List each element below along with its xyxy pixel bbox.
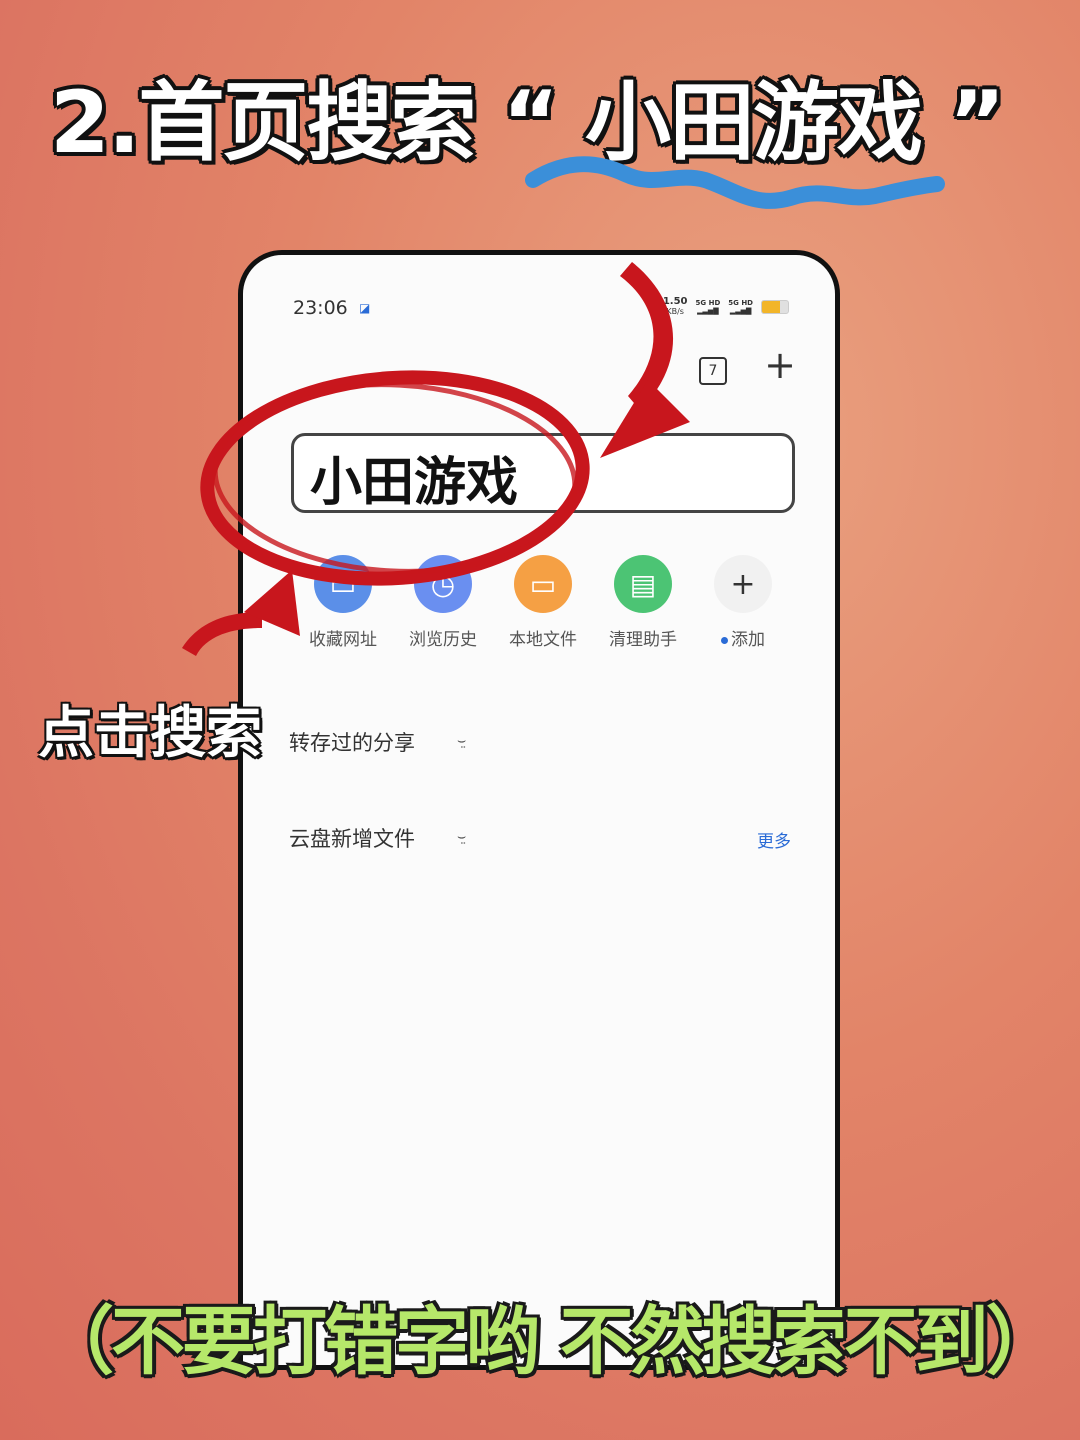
history-icon: ◷ (414, 555, 472, 613)
bookmark-icon: ▭ (314, 555, 372, 613)
quick-action-label: 本地文件 (509, 630, 577, 650)
tabs-count-button[interactable]: 7 (699, 357, 727, 385)
headline: 2.首页搜索 “ 小田游戏 ” (50, 52, 1030, 173)
tap-search-annotation: 点击搜索 (38, 701, 262, 766)
quick-action-history[interactable]: ◷ 浏览历史 (393, 555, 493, 650)
blue-squiggle-underline (525, 156, 945, 209)
quick-action-label: 清理助手 (609, 630, 677, 650)
quick-action-label: 浏览历史 (409, 630, 477, 650)
signal-icon-2: 5G HD ▂▃▅▇ (728, 299, 753, 315)
net-speed: 1.50 KB/s (662, 296, 688, 317)
signal-icon: 5G HD ▂▃▅▇ (695, 299, 721, 315)
status-time: 23:06 (293, 297, 348, 319)
eye-closed-icon[interactable]: ⌣̤ (457, 829, 466, 845)
clean-icon: ▤ (614, 555, 672, 613)
new-tab-button[interactable]: + (763, 346, 797, 384)
bottom-warning-note: （不要打错字哟 不然搜索不到） (40, 1299, 1060, 1385)
quick-action-label: 收藏网址 (309, 630, 377, 650)
section-title-saved-shares: 转存过的分享 (289, 731, 415, 755)
quick-action-cleaner[interactable]: ▤ 清理助手 (593, 555, 693, 650)
plus-icon: + (714, 555, 772, 613)
headline-close-quote: ” (948, 73, 1006, 173)
quick-action-local-files[interactable]: ▭ 本地文件 (493, 555, 593, 650)
eye-closed-icon[interactable]: ⌣̤ (457, 733, 466, 749)
battery-icon (761, 300, 789, 314)
folder-icon: ▭ (514, 555, 572, 613)
sync-icon: ◪ (359, 301, 371, 315)
status-indicators: 1.50 KB/s 5G HD ▂▃▅▇ 5G HD ▂▃▅▇ (663, 297, 789, 317)
section-title-new-cloud-files: 云盘新增文件 (289, 827, 415, 851)
more-link[interactable]: 更多 (757, 827, 791, 852)
quick-action-label: 添加 (693, 625, 793, 650)
quick-action-bookmarks[interactable]: ▭ 收藏网址 (293, 555, 393, 650)
phone-screen: 23:06 ◪ 1.50 KB/s 5G HD ▂▃▅▇ 5G HD ▂▃▅▇ 7 … (238, 250, 840, 1370)
new-dot-icon (721, 636, 728, 644)
headline-step: 2.首页搜索 (50, 73, 477, 173)
search-input-value: 小田游戏 (310, 453, 519, 513)
quick-action-add[interactable]: + 添加 (693, 555, 793, 650)
search-input[interactable]: 小田游戏 (291, 433, 795, 513)
